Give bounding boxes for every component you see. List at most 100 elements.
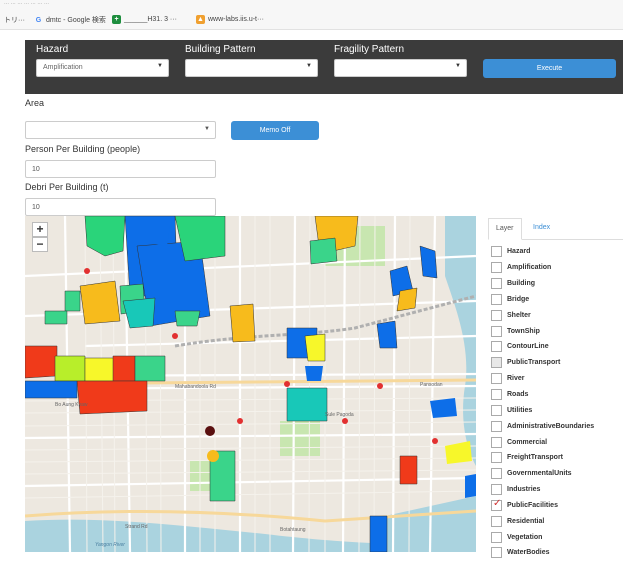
layer-checkbox[interactable] [491, 547, 502, 559]
map-canvas[interactable]: Mahabandoola Rd Botahtaung Bo Aung Kyaw … [25, 216, 476, 552]
bookmarks-bar: ... ... ... ... ... ... ... トリ··· G dmtc… [0, 0, 623, 30]
web-icon: ▲ [196, 15, 205, 24]
layer-item-governmentalunits[interactable]: GovernmentalUnits [488, 466, 623, 482]
layer-item-freighttransport[interactable]: FreightTransport [488, 450, 623, 466]
checkmark-icon: ✓ [493, 497, 502, 509]
layer-item-waterbodies[interactable]: WaterBodies [488, 545, 623, 561]
layer-item-vegetation[interactable]: Vegetation [488, 529, 623, 545]
truncated-url: ... ... ... ... ... ... ... [4, 0, 50, 6]
zoom-in-button[interactable]: + [32, 222, 48, 237]
layer-item-publictransport[interactable]: PublicTransport [488, 355, 623, 371]
layer-checkbox[interactable] [491, 420, 502, 432]
layer-item-river[interactable]: River [488, 371, 623, 387]
layer-label: Utilities [507, 406, 533, 414]
layer-item-township[interactable]: TownShip [488, 323, 623, 339]
memo-toggle-button[interactable]: Memo Off [231, 121, 319, 140]
analysis-toolbar: Hazard Amplification ▼ Building Pattern … [25, 40, 623, 94]
layer-label: Roads [507, 391, 529, 399]
fragility-pattern-select[interactable]: ▼ [334, 59, 467, 77]
layer-label: Amplification [507, 264, 552, 272]
fragility-pattern-label: Fragility Pattern [334, 44, 405, 55]
layer-checkbox[interactable] [491, 278, 502, 290]
street-label: Botahtaung [280, 527, 306, 533]
bookmark-iis-labs[interactable]: ▲ www-labs.iis.u-t··· [196, 15, 264, 24]
layer-checkbox[interactable] [491, 341, 502, 353]
layer-checkbox[interactable] [491, 468, 502, 480]
hazard-label: Hazard [36, 44, 69, 55]
layer-checkbox[interactable] [491, 515, 502, 527]
layer-item-roads[interactable]: Roads [488, 387, 623, 403]
layer-checkbox[interactable]: ✓ [491, 497, 502, 511]
google-icon: G [35, 16, 42, 24]
layer-checkbox[interactable] [491, 452, 502, 464]
layer-label: Bridge [507, 295, 530, 303]
area-label: Area [25, 98, 45, 108]
layer-checkbox[interactable] [491, 293, 502, 305]
bookmark-google-search[interactable]: G dmtc - Google 検索 [34, 15, 106, 25]
layer-label: ContourLine [507, 343, 549, 351]
layer-label: GovernmentalUnits [507, 470, 572, 478]
chevron-down-icon: ▼ [306, 63, 312, 69]
layer-item-shelter[interactable]: Shelter [488, 307, 623, 323]
layer-label: AdministrativeBoundaries [507, 422, 595, 430]
layer-checkbox[interactable] [491, 262, 502, 274]
map-tiles: Mahabandoola Rd Botahtaung Bo Aung Kyaw … [25, 216, 476, 552]
building-pattern-label: Building Pattern [185, 44, 256, 55]
layer-tabs: Layer Index [488, 218, 623, 240]
chevron-down-icon: ▼ [157, 63, 163, 69]
debri-per-building-label: Debri Per Building (t) [25, 182, 109, 192]
person-per-building-input[interactable]: 10 [25, 160, 216, 178]
layer-item-commercial[interactable]: Commercial [488, 434, 623, 450]
debri-per-building-input[interactable]: 10 [25, 198, 216, 216]
chevron-down-icon: ▼ [204, 126, 210, 132]
street-label: Mahabandoola Rd [175, 384, 216, 390]
layer-checkbox[interactable] [491, 309, 502, 321]
tab-index[interactable]: Index [526, 218, 557, 240]
layer-label: Shelter [507, 311, 531, 319]
layer-checkbox[interactable] [491, 484, 502, 496]
layer-checkbox[interactable] [491, 246, 502, 258]
layer-checkbox[interactable] [491, 404, 502, 416]
layer-label: PublicTransport [507, 359, 561, 367]
layer-checkbox[interactable] [491, 325, 502, 337]
layer-label: TownShip [507, 327, 540, 335]
layer-item-administrativeboundaries[interactable]: AdministrativeBoundaries [488, 418, 623, 434]
building-pattern-select[interactable]: ▼ [185, 59, 318, 77]
sheets-icon: + [112, 15, 121, 24]
bookmark-sheets[interactable]: + ______H31. 3 ··· [112, 15, 177, 24]
layer-label: Building [507, 280, 535, 288]
area-select[interactable]: ▼ [25, 121, 216, 139]
layer-label: Vegetation [507, 533, 543, 541]
layer-list: Hazard Amplification Building Bridge Shelter… [488, 244, 623, 561]
bookmark-prefix[interactable]: トリ··· [4, 15, 25, 25]
hazard-select[interactable]: Amplification ▼ [36, 59, 169, 77]
street-label: Sule Pagoda [325, 412, 354, 418]
street-label: Strand Rd [125, 524, 148, 530]
layer-item-contourline[interactable]: ContourLine [488, 339, 623, 355]
layer-item-hazard[interactable]: Hazard [488, 244, 623, 260]
layer-checkbox[interactable] [491, 373, 502, 385]
zoom-out-button[interactable]: − [32, 237, 48, 252]
river-label: Yangon River [95, 542, 125, 548]
chevron-down-icon: ▼ [455, 63, 461, 69]
layer-label: FreightTransport [507, 454, 564, 462]
layer-checkbox[interactable] [491, 357, 502, 369]
layer-item-publicfacilities[interactable]: ✓ PublicFacilities [488, 498, 623, 514]
layer-item-industries[interactable]: Industries [488, 482, 623, 498]
layer-item-amplification[interactable]: Amplification [488, 260, 623, 276]
layer-label: Commercial [507, 438, 548, 446]
street-label: Pansodan [420, 382, 443, 388]
layer-checkbox[interactable] [491, 531, 502, 543]
execute-button[interactable]: Execute [483, 59, 616, 78]
layer-item-building[interactable]: Building [488, 276, 623, 292]
layer-checkbox[interactable] [491, 436, 502, 448]
layer-item-bridge[interactable]: Bridge [488, 292, 623, 308]
street-label: Bo Aung Kyaw [55, 402, 88, 408]
layer-item-utilities[interactable]: Utilities [488, 402, 623, 418]
layer-label: Industries [507, 486, 541, 494]
layer-item-residential[interactable]: Residential [488, 513, 623, 529]
layer-label: River [507, 375, 525, 383]
layer-checkbox[interactable] [491, 389, 502, 401]
tab-layer[interactable]: Layer [488, 218, 522, 240]
layer-label: PublicFacilities [507, 501, 558, 509]
